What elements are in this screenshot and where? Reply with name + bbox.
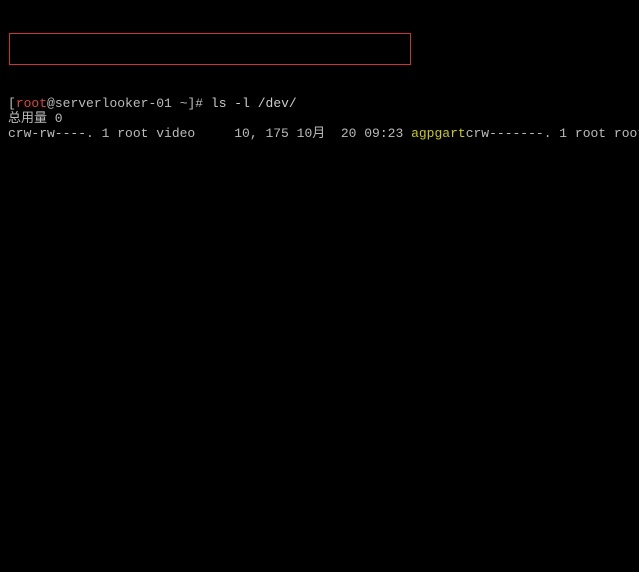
terminal[interactable]: { "prompt": {"user":"root","host":"serve… [0, 0, 639, 162]
list-row: crw-------. 1 root root 10, 235 10月 20 0… [466, 126, 639, 141]
prompt-host: serverlooker-01 [55, 96, 172, 111]
entry-name: agpgart [411, 126, 466, 141]
annotation-box [9, 33, 411, 65]
command: ls -l /dev/ [211, 96, 297, 111]
listing: crw-rw----. 1 root video 10, 175 10月 20 … [8, 126, 631, 141]
list-row: crw-rw----. 1 root video 10, 175 10月 20 … [8, 126, 466, 141]
prompt-user: root [16, 96, 47, 111]
total-line: 总用量 0 [8, 111, 63, 126]
prompt-line: [root@serverlooker-01 ~]# ls -l /dev/ [8, 96, 297, 111]
